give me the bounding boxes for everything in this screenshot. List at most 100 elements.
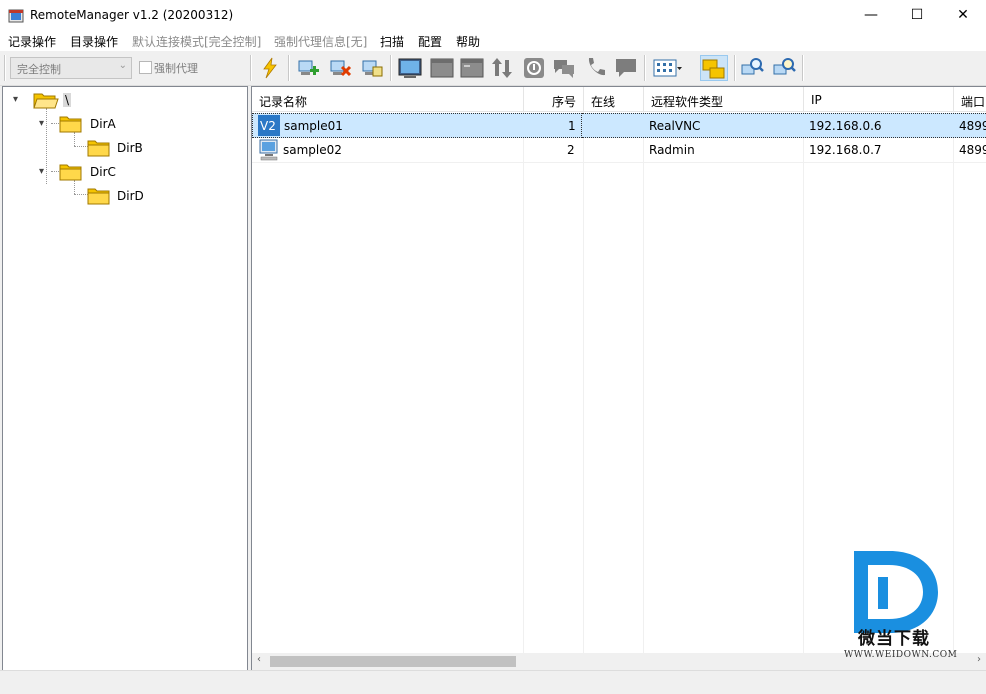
info-icon[interactable] [522,56,546,80]
column-header-label: 在线 [591,95,616,109]
column-header-label: 端口 [961,95,986,109]
toolbar-separator [390,55,392,81]
svg-text:V2: V2 [260,119,276,133]
tree-line [46,108,47,184]
tree-node-label: DirD [117,189,144,203]
column-header-label: 序号 [551,95,576,109]
toolbar-separator [802,55,804,81]
folder-view-icon [702,59,725,79]
scroll-left-icon[interactable]: ‹ [257,654,261,665]
toolbar-separator [734,55,736,81]
column-header-label: 远程软件类型 [651,95,724,109]
menu-directory-ops[interactable]: 目录操作 [70,33,118,50]
tree-node-label: \ [63,93,72,107]
chevron-down-icon[interactable]: ▾ [39,166,44,177]
menu-bar: 记录操作 目录操作 默认连接模式[完全控制] 强制代理信息[无] 扫描 配置 帮… [0,31,986,51]
tree-node-label: DirC [90,165,116,179]
connect-icon[interactable] [258,56,282,80]
tree-line [51,123,59,124]
view-mode-icon[interactable] [653,56,683,80]
menu-record-ops[interactable]: 记录操作 [8,33,56,50]
column-header-name[interactable]: 记录名称 [252,87,524,112]
message-icon[interactable] [614,56,638,80]
column-header-ip[interactable]: IP [804,87,954,112]
record-index: 1 [568,119,576,133]
chat-icon[interactable] [552,56,576,80]
record-software-type: RealVNC [649,119,701,133]
menu-help[interactable]: 帮助 [456,33,480,50]
column-header-software-type[interactable]: 远程软件类型 [644,87,804,112]
search-icon[interactable] [740,56,764,80]
column-gridline [803,87,804,670]
tree-node-label: DirA [90,117,116,131]
vnc-icon: V2 [258,115,280,136]
scrollbar-thumb[interactable] [270,656,516,667]
window-title: RemoteManager v1.2 (20200312) [30,8,234,22]
record-index: 2 [567,143,575,157]
tree-line [51,171,59,172]
folder-icon [87,140,110,157]
toolbar-separator [288,55,290,81]
force-proxy-checkbox[interactable] [139,61,152,74]
table-row-continued[interactable]: RealVNC 192.168.0.6 4899 [582,113,986,138]
minimize-button[interactable]: — [848,0,894,31]
folder-icon [87,188,110,205]
column-gridline [523,87,524,670]
column-header-label: 记录名称 [259,95,308,109]
column-gridline [583,87,584,670]
column-header-index[interactable]: 序号 [524,87,584,112]
column-header-port[interactable]: 端口 [954,87,986,112]
tree-line [74,180,75,194]
folder-icon [59,164,82,181]
table-row[interactable]: sample02 2 Radmin 192.168.0.7 4899 [252,138,986,163]
add-record-icon[interactable] [296,56,320,80]
edit-record-icon[interactable] [360,56,384,80]
menu-config[interactable]: 配置 [418,33,442,50]
title-bar: RemoteManager v1.2 (20200312) — ☐ ✕ [0,0,986,31]
app-icon [8,9,24,23]
directory-tree: ▾ \ ▾ DirA DirB ▾ DirC DirD [2,86,248,671]
column-gridline [643,87,644,670]
folder-view-toggle[interactable] [700,55,728,81]
menu-scan[interactable]: 扫描 [380,33,404,50]
watermark-brand: 微当下载 [858,629,930,649]
window-icon[interactable] [430,56,454,80]
column-header-label: IP [811,93,822,107]
window2-icon[interactable] [460,56,484,80]
folder-icon [59,116,82,133]
watermark-url: WWW.WEIDOWN.COM [844,650,958,660]
connect-mode-select[interactable]: 完全控制 ⌄ [10,57,132,79]
tree-node-label: DirB [117,141,143,155]
phone-icon[interactable] [584,56,608,80]
tree-line [74,132,75,146]
search-find-icon[interactable] [772,56,796,80]
record-ip: 192.168.0.7 [809,143,882,157]
delete-record-icon[interactable] [328,56,352,80]
close-button[interactable]: ✕ [940,0,986,31]
chevron-down-icon[interactable]: ▾ [13,94,18,105]
chevron-down-icon: ⌄ [118,60,127,71]
chevron-down-icon[interactable]: ▾ [39,118,44,129]
screen-icon[interactable] [398,56,422,80]
computer-icon [259,139,278,161]
record-port: 4899 [959,143,986,157]
toolbar: 完全控制 ⌄ 强制代理 [0,51,986,86]
maximize-button[interactable]: ☐ [894,0,940,31]
column-header-online[interactable]: 在线 [584,87,644,112]
record-ip: 192.168.0.6 [809,119,882,133]
record-software-type: Radmin [649,143,695,157]
toolbar-separator [4,55,6,81]
open-folder-icon [33,93,59,109]
record-port: 4899 [959,119,986,133]
toolbar-separator [250,55,252,81]
status-bar [0,670,986,694]
menu-default-connect-mode[interactable]: 默认连接模式[完全控制] [132,33,261,50]
record-name: sample01 [284,119,343,133]
menu-force-proxy-info[interactable]: 强制代理信息[无] [274,33,367,50]
transfer-icon[interactable] [490,56,514,80]
tree-line [74,194,88,195]
force-proxy-label: 强制代理 [154,62,198,75]
table-row[interactable]: V2 sample01 1 [252,113,582,138]
scroll-right-icon[interactable]: › [977,654,981,665]
connect-mode-value: 完全控制 [17,63,61,76]
